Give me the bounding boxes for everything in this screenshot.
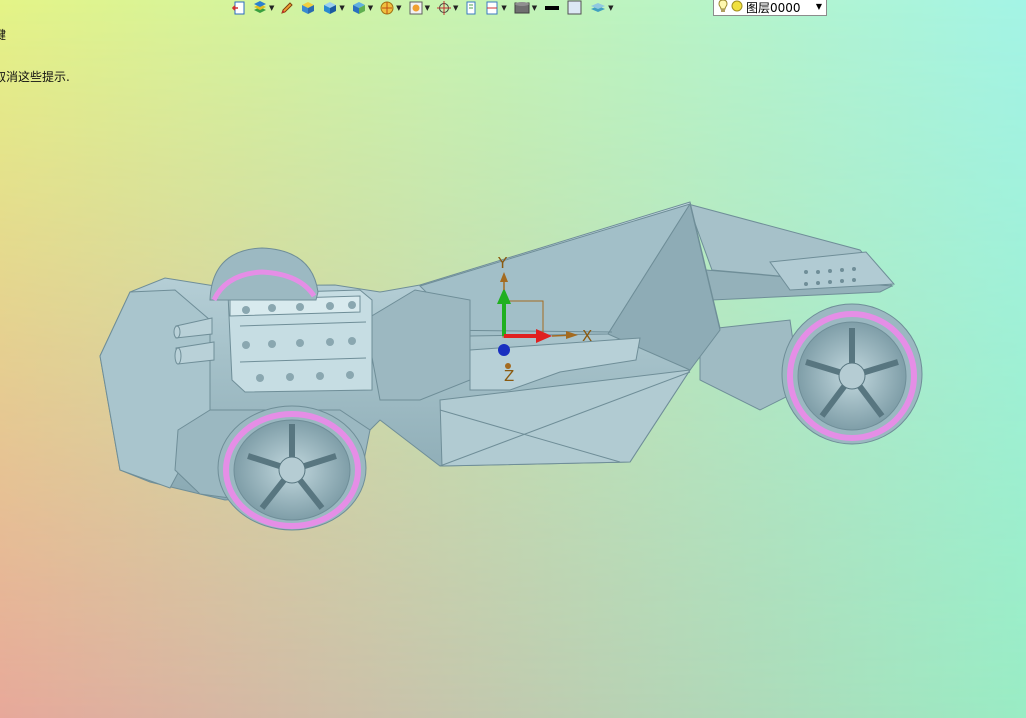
fill-color-icon — [567, 0, 583, 16]
dropdown-arrow-icon[interactable]: ▼ — [532, 0, 537, 16]
toolbar-button-target-snap[interactable]: ▼ — [436, 0, 458, 16]
document-icon — [464, 1, 478, 15]
layer-manager-icon — [589, 1, 607, 15]
layer-select-value: 图层0000 — [746, 0, 801, 15]
frame-view-icon — [408, 1, 424, 15]
toolbar-button-pencil[interactable] — [280, 0, 294, 16]
toolbar-button-frame-view[interactable]: ▼ — [408, 0, 430, 16]
hint-text: 键 取消这些提示. — [0, 0, 70, 98]
hint-line-1: 键 — [0, 28, 7, 42]
toolbar-button-layers-stack[interactable]: ▼ — [252, 0, 274, 16]
toolbar-button-document[interactable] — [464, 0, 478, 16]
toolbar-button-box-view[interactable]: ▼ — [322, 0, 345, 16]
main-toolbar: ▼ ▼ ▼ ▼ ▼ ▼ ▼ ▼ ▼ — [232, 0, 620, 16]
wheel-front-bottom — [217, 405, 367, 531]
layer-select[interactable]: 图层0000 ▼ — [713, 0, 827, 16]
toolbar-button-fill-color[interactable] — [567, 0, 583, 16]
engine-block — [227, 289, 373, 393]
box-view-icon — [322, 1, 338, 15]
exit-sketch-icon — [232, 1, 246, 15]
sphere-render-icon — [379, 1, 395, 15]
dropdown-arrow-icon[interactable]: ▼ — [501, 0, 506, 16]
x-axis-label: X — [582, 327, 592, 345]
line-color-icon — [543, 1, 561, 15]
dropdown-arrow-icon[interactable]: ▼ — [608, 0, 613, 16]
dropdown-arrow-icon[interactable]: ▼ — [453, 0, 458, 16]
toolbar-button-layer-manager[interactable]: ▼ — [589, 0, 614, 16]
y-axis-label: Y — [497, 254, 508, 272]
toolbar-button-sphere-render[interactable]: ▼ — [379, 0, 402, 16]
3d-viewport[interactable]: X Y Z — [0, 0, 1026, 718]
model-scene[interactable]: X Y Z — [0, 0, 1026, 718]
dropdown-arrow-icon[interactable]: ▼ — [269, 0, 274, 16]
lightbulb-icon[interactable] — [718, 0, 728, 16]
toolbar-button-line-color[interactable] — [543, 0, 561, 16]
dropdown-arrow-icon[interactable]: ▼ — [425, 0, 430, 16]
z-axis-label: Z — [504, 367, 514, 385]
toolbar-button-solid-block[interactable] — [300, 0, 316, 16]
layer-color-icon[interactable] — [731, 0, 743, 15]
measure-icon — [484, 1, 500, 15]
toolbar-button-display-style[interactable]: ▼ — [513, 0, 537, 16]
dropdown-arrow-icon[interactable]: ▼ — [368, 0, 373, 16]
chevron-down-icon[interactable]: ▼ — [816, 0, 822, 15]
dropdown-arrow-icon[interactable]: ▼ — [396, 0, 401, 16]
display-style-icon — [513, 1, 531, 15]
layers-stack-icon — [252, 1, 268, 15]
pencil-icon — [280, 1, 294, 15]
z-axis-dot — [498, 344, 510, 356]
dropdown-arrow-icon[interactable]: ▼ — [339, 0, 344, 16]
solid-block-icon — [300, 1, 316, 15]
toolbar-button-exit-sketch[interactable] — [232, 0, 246, 16]
target-snap-icon — [436, 1, 452, 15]
shaded-cube-icon — [351, 1, 367, 15]
toolbar-button-measure[interactable]: ▼ — [484, 0, 507, 16]
wheel-rear — [781, 303, 923, 445]
toolbar-button-shaded-cube[interactable]: ▼ — [351, 0, 373, 16]
hint-line-2: 取消这些提示. — [0, 70, 70, 84]
